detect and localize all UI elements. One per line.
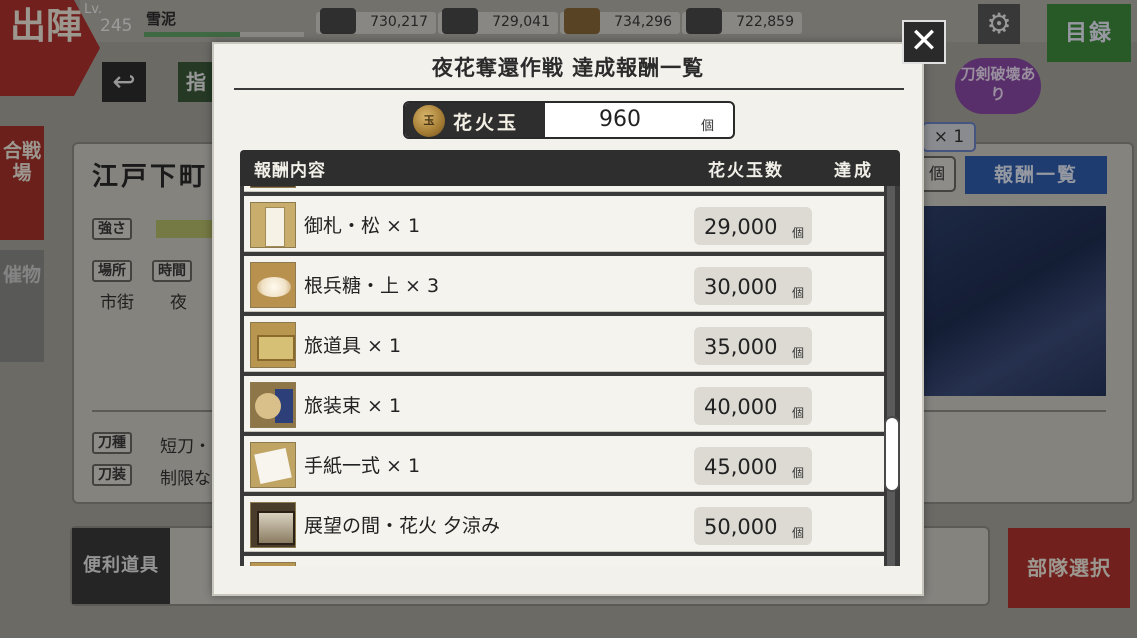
ofuda-icon xyxy=(250,202,296,248)
item-amount: 40,000 個 xyxy=(694,387,812,425)
level-value: 245 xyxy=(100,16,133,36)
resource-value: 734,296 xyxy=(614,14,672,30)
item-amount: 45,000 個 xyxy=(694,447,812,485)
gear-icon[interactable]: ⚙ xyxy=(978,4,1020,44)
coolant-icon xyxy=(564,8,600,34)
resource-steel: 729,041 xyxy=(438,8,558,34)
butai-select-button[interactable]: 部隊選択 xyxy=(1008,528,1130,608)
place-value: 市街 xyxy=(100,293,134,313)
list-item: 御札・松 × 1 29,000 個 xyxy=(244,196,884,252)
amount-unit: 個 xyxy=(792,466,805,480)
steel-icon xyxy=(442,8,478,34)
item-amount: 35,000 個 xyxy=(694,327,812,365)
tabishozoku-icon xyxy=(250,382,296,428)
katana-type-tag: 刀種 xyxy=(92,432,132,454)
tegami-icon xyxy=(250,442,296,488)
map-image xyxy=(922,206,1106,396)
item-amount: 30,000 個 xyxy=(694,267,812,305)
item-name: 根兵糖・上 × 3 xyxy=(304,275,440,297)
tabidougu-icon xyxy=(250,322,296,368)
counter-label: 花火玉 xyxy=(453,112,520,134)
konpeito-icon xyxy=(250,262,296,308)
list-item xyxy=(244,186,884,192)
katana-equip-tag: 刀装 xyxy=(92,464,132,486)
back-icon[interactable]: ↩ xyxy=(102,62,146,102)
strength-tag: 強さ xyxy=(92,218,132,240)
list-item xyxy=(244,556,884,566)
partial-button[interactable]: 指 xyxy=(178,62,212,102)
item-name: 手紙一式 × 1 xyxy=(304,455,421,477)
item-thumbnail xyxy=(250,562,296,566)
time-tag: 時間 xyxy=(152,260,192,282)
resource-charcoal: 730,217 xyxy=(316,8,436,34)
item-name: 御札・松 × 1 xyxy=(304,215,421,237)
side-tab-moyooshi[interactable]: 催物 xyxy=(0,250,44,362)
scrollbar-track[interactable] xyxy=(887,186,895,566)
resource-coolant: 734,296 xyxy=(560,8,680,34)
item-amount: 50,000 個 xyxy=(694,507,812,545)
amount-value: 45,000 xyxy=(704,455,778,479)
amount-value: 50,000 xyxy=(704,515,778,539)
list-item: 展望の間・花火 夕涼み 50,000 個 xyxy=(244,496,884,552)
counter-value: 960 xyxy=(599,107,641,132)
place-tag: 場所 xyxy=(92,260,132,282)
reward-list-button[interactable]: 報酬一覧 xyxy=(965,156,1107,194)
amount-unit: 個 xyxy=(792,226,805,240)
side-tab-kassenba[interactable]: 合戦場 xyxy=(0,126,44,240)
table-header: 報酬内容 花火玉数 達成 xyxy=(240,150,900,186)
amount-value: 30,000 xyxy=(704,275,778,299)
level-label: Lv. xyxy=(84,2,103,17)
close-icon[interactable]: ✕ xyxy=(902,20,946,64)
counter-unit: 個 xyxy=(701,119,715,134)
item-name: 展望の間・花火 夕涼み xyxy=(304,515,501,537)
item-thumbnail xyxy=(250,186,296,188)
reward-list-modal: 夜花奪還作戦 達成報酬一覧 玉 花火玉 960 個 報酬内容 花火玉数 達成 御… xyxy=(212,42,924,596)
katana-type-value: 短刀・ xyxy=(160,437,211,457)
column-count: 花火玉数 xyxy=(708,161,784,181)
amount-unit: 個 xyxy=(792,406,805,420)
quantity-pill: × 1 xyxy=(922,122,976,152)
list-item: 手紙一式 × 1 45,000 個 xyxy=(244,436,884,492)
amount-value: 35,000 xyxy=(704,335,778,359)
column-done: 達成 xyxy=(834,161,874,181)
title-divider xyxy=(234,88,904,90)
amount-value: 40,000 xyxy=(704,395,778,419)
tenbo-icon xyxy=(250,502,296,548)
whetstone-icon xyxy=(686,8,722,34)
exp-bar xyxy=(144,32,304,37)
resource-whetstone: 722,859 xyxy=(682,8,802,34)
hakai-badge: 刀剣破壊あり xyxy=(955,58,1041,114)
katana-equip-value: 制限な xyxy=(160,469,211,489)
item-amount: 29,000 個 xyxy=(694,207,812,245)
charcoal-icon xyxy=(320,8,356,34)
amount-unit: 個 xyxy=(792,526,805,540)
modal-title: 夜花奪還作戦 達成報酬一覧 xyxy=(431,55,705,80)
item-name: 旅道具 × 1 xyxy=(304,335,402,357)
scrollbar-thumb[interactable] xyxy=(884,416,900,492)
hanabi-counter: 玉 花火玉 960 個 xyxy=(403,101,735,139)
strength-bar xyxy=(156,220,212,238)
amount-unit: 個 xyxy=(792,346,805,360)
amount-value: 29,000 xyxy=(704,215,778,239)
reward-list[interactable]: 御札・松 × 1 29,000 個 根兵糖・上 × 3 30,000 個 旅道具… xyxy=(240,186,900,566)
list-item: 旅装束 × 1 40,000 個 xyxy=(244,376,884,432)
resource-value: 722,859 xyxy=(736,14,794,30)
resource-value: 729,041 xyxy=(492,14,550,30)
stage-title: 江戸下町 xyxy=(92,162,209,192)
list-item: 根兵糖・上 × 3 30,000 個 xyxy=(244,256,884,312)
user-name: 雪泥 xyxy=(146,10,177,28)
list-item: 旅道具 × 1 35,000 個 xyxy=(244,316,884,372)
amount-unit: 個 xyxy=(792,286,805,300)
time-value: 夜 xyxy=(170,293,187,313)
item-name: 旅装束 × 1 xyxy=(304,395,402,417)
benri-label: 便利道具 xyxy=(72,528,170,604)
counter-label-block: 玉 花火玉 xyxy=(405,103,545,137)
exp-fill xyxy=(144,32,240,37)
mokuroku-button[interactable]: 目録 xyxy=(1047,4,1131,62)
hanabi-ball-icon: 玉 xyxy=(413,105,445,137)
column-content: 報酬内容 xyxy=(254,161,326,181)
resource-value: 730,217 xyxy=(370,14,428,30)
